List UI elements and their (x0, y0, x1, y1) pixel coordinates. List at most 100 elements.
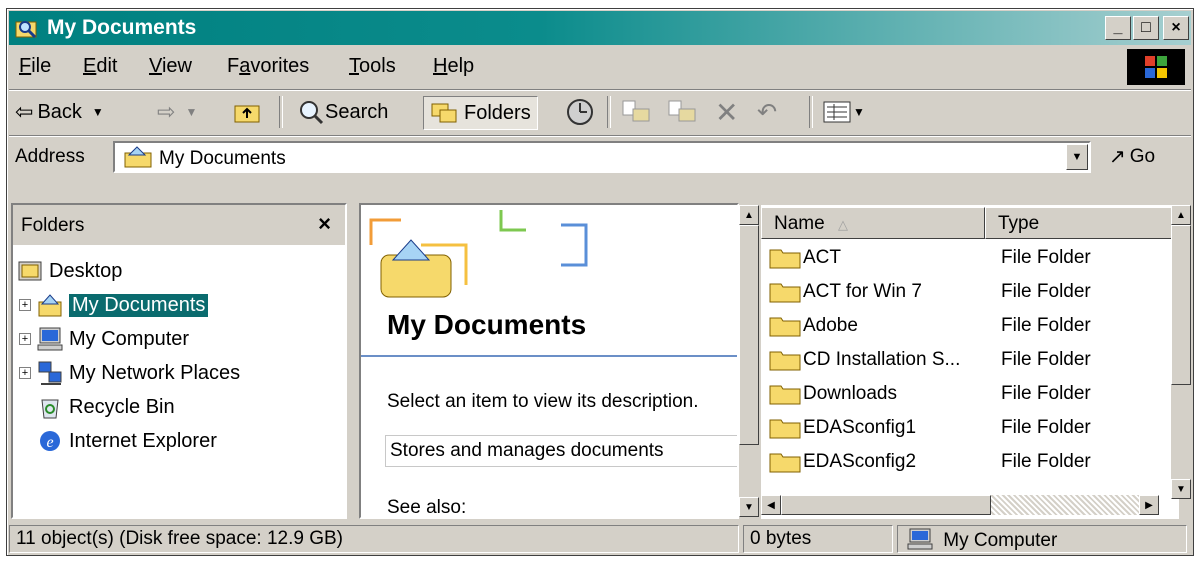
tree-item-label: Recycle Bin (69, 395, 175, 418)
scroll-down-arrow-icon[interactable]: ▼ (1171, 479, 1191, 499)
address-dropdown-button[interactable]: ▼ (1066, 144, 1088, 170)
menu-favorites[interactable]: Favorites (227, 55, 309, 78)
menu-help[interactable]: Help (433, 55, 474, 78)
standard-toolbar: ⇦ Back ▼ ⇨ ▼ Search Folders ✕ ↶ ▼ (9, 89, 1191, 134)
file-list: Name △ Type ACT File Folder ACT for Win … (761, 205, 1179, 519)
file-type: File Folder (1001, 383, 1091, 404)
menu-tools-accel: T (349, 55, 359, 77)
tree-item-internet-explorer[interactable]: e Internet Explorer (37, 425, 217, 457)
search-button[interactable]: Search (297, 96, 388, 128)
file-row[interactable]: EDASconfig1 File Folder (761, 411, 1179, 445)
menu-view[interactable]: View (149, 55, 192, 78)
file-row[interactable]: ACT for Win 7 File Folder (761, 275, 1179, 309)
scrollbar-thumb[interactable] (739, 225, 759, 445)
forward-dropdown-icon[interactable]: ▼ (185, 105, 197, 119)
tree-item-my-network-places[interactable]: + My Network Places (19, 357, 240, 389)
go-label: Go (1129, 145, 1156, 167)
views-button[interactable]: ▼ (823, 96, 865, 128)
address-bar: Address My Documents ▼ ↗ Go (9, 135, 1191, 178)
menu-favorites-pre: F (227, 55, 240, 77)
recycle-bin-icon (41, 399, 59, 419)
scroll-up-arrow-icon[interactable]: ▲ (1171, 205, 1191, 225)
task-pane-scrollbar[interactable]: ▲ ▼ (739, 205, 759, 517)
up-folder-icon (234, 105, 260, 123)
menu-view-accel: V (149, 55, 162, 77)
scroll-left-arrow-icon[interactable]: ◀ (761, 495, 781, 515)
back-label: Back (37, 100, 82, 123)
tree-item-label: Desktop (49, 259, 123, 282)
file-name: Adobe (803, 315, 858, 336)
menu-edit[interactable]: Edit (83, 55, 117, 78)
back-dropdown-icon[interactable]: ▼ (92, 105, 104, 119)
views-dropdown-icon[interactable]: ▼ (853, 105, 865, 119)
file-row[interactable]: EDASconfig2 File Folder (761, 445, 1179, 479)
column-header-type[interactable]: Type (985, 207, 1179, 239)
folders-label: Folders (464, 101, 531, 124)
status-bar: 11 object(s) (Disk free space: 12.9 GB) … (9, 523, 1191, 555)
file-list-hscrollbar[interactable]: ◀ ▶ (761, 495, 1159, 515)
forward-button[interactable]: ⇨ ▼ (157, 96, 197, 128)
scroll-down-arrow-icon[interactable]: ▼ (739, 497, 759, 517)
status-object-count: 11 object(s) (Disk free space: 12.9 GB) (9, 525, 739, 553)
folders-pane: Folders × Desktop + My Documents + My Co… (11, 203, 347, 519)
copy-to-button[interactable] (667, 96, 697, 128)
tree-item-label: My Computer (69, 327, 190, 350)
file-name: EDASconfig2 (803, 451, 917, 472)
folders-button[interactable]: Folders (423, 96, 538, 130)
folder-icon (769, 317, 801, 337)
folders-pane-title: Folders (21, 215, 85, 236)
tree-item-my-documents[interactable]: + My Documents (19, 289, 209, 321)
hscrollbar-thumb[interactable] (781, 495, 991, 515)
search-icon (300, 101, 324, 125)
folder-banner-graphic (369, 210, 588, 298)
file-list-vscrollbar[interactable]: ▲ ▼ (1171, 205, 1191, 499)
tree-item-my-computer[interactable]: + My Computer (19, 323, 189, 355)
history-button[interactable] (565, 96, 595, 128)
expand-icon[interactable]: + (19, 333, 31, 345)
maximize-button[interactable]: □ (1133, 16, 1159, 40)
folders-icon (431, 103, 457, 123)
file-name: EDASconfig1 (803, 417, 917, 438)
scrollbar-thumb[interactable] (1171, 225, 1191, 385)
menu-tools[interactable]: Tools (349, 55, 396, 78)
views-icon (823, 101, 851, 123)
menu-tools-label: ools (359, 55, 396, 77)
file-row[interactable]: Adobe File Folder (761, 309, 1179, 343)
scroll-up-arrow-icon[interactable]: ▲ (739, 205, 759, 225)
file-row[interactable]: ACT File Folder (761, 241, 1179, 275)
delete-button[interactable]: ✕ (715, 96, 738, 128)
menu-help-accel: H (433, 55, 448, 77)
column-header-name-label: Name (774, 213, 825, 234)
address-input[interactable]: My Documents ▼ (113, 141, 1091, 173)
desktop-icon (18, 261, 42, 281)
sort-ascending-icon: △ (837, 217, 848, 232)
folder-icon (769, 385, 801, 405)
column-header-name[interactable]: Name △ (761, 207, 985, 239)
menu-bar: File Edit View Favorites Tools Help (9, 47, 1191, 87)
scroll-right-arrow-icon[interactable]: ▶ (1139, 495, 1159, 515)
file-row[interactable]: Downloads File Folder (761, 377, 1179, 411)
minimize-button[interactable]: _ (1105, 16, 1131, 40)
back-button[interactable]: ⇦ Back ▼ (15, 96, 104, 128)
file-row[interactable]: CD Installation S... File Folder (761, 343, 1179, 377)
file-name: Downloads (803, 383, 897, 404)
history-icon (567, 99, 593, 125)
tree-item-recycle-bin[interactable]: Recycle Bin (37, 391, 175, 423)
expand-icon[interactable]: + (19, 299, 31, 311)
up-folder-button[interactable] (233, 96, 261, 128)
column-header-type-label: Type (998, 213, 1040, 234)
tree-item-desktop[interactable]: Desktop (17, 255, 122, 287)
search-label: Search (325, 100, 389, 123)
move-to-button[interactable] (621, 96, 651, 128)
title-bar[interactable]: My Documents _ □ × (9, 11, 1191, 45)
menu-file[interactable]: File (19, 55, 51, 78)
menu-view-label: iew (161, 55, 192, 77)
expand-icon[interactable]: + (19, 367, 31, 379)
file-name: CD Installation S... (803, 349, 961, 370)
tree-item-label: My Network Places (69, 361, 241, 384)
undo-button[interactable]: ↶ (757, 96, 777, 128)
close-button[interactable]: × (1163, 16, 1189, 40)
folders-pane-close-button[interactable]: × (318, 211, 331, 237)
back-arrow-icon: ⇦ (15, 99, 34, 124)
go-button[interactable]: ↗ Go (1109, 144, 1155, 169)
